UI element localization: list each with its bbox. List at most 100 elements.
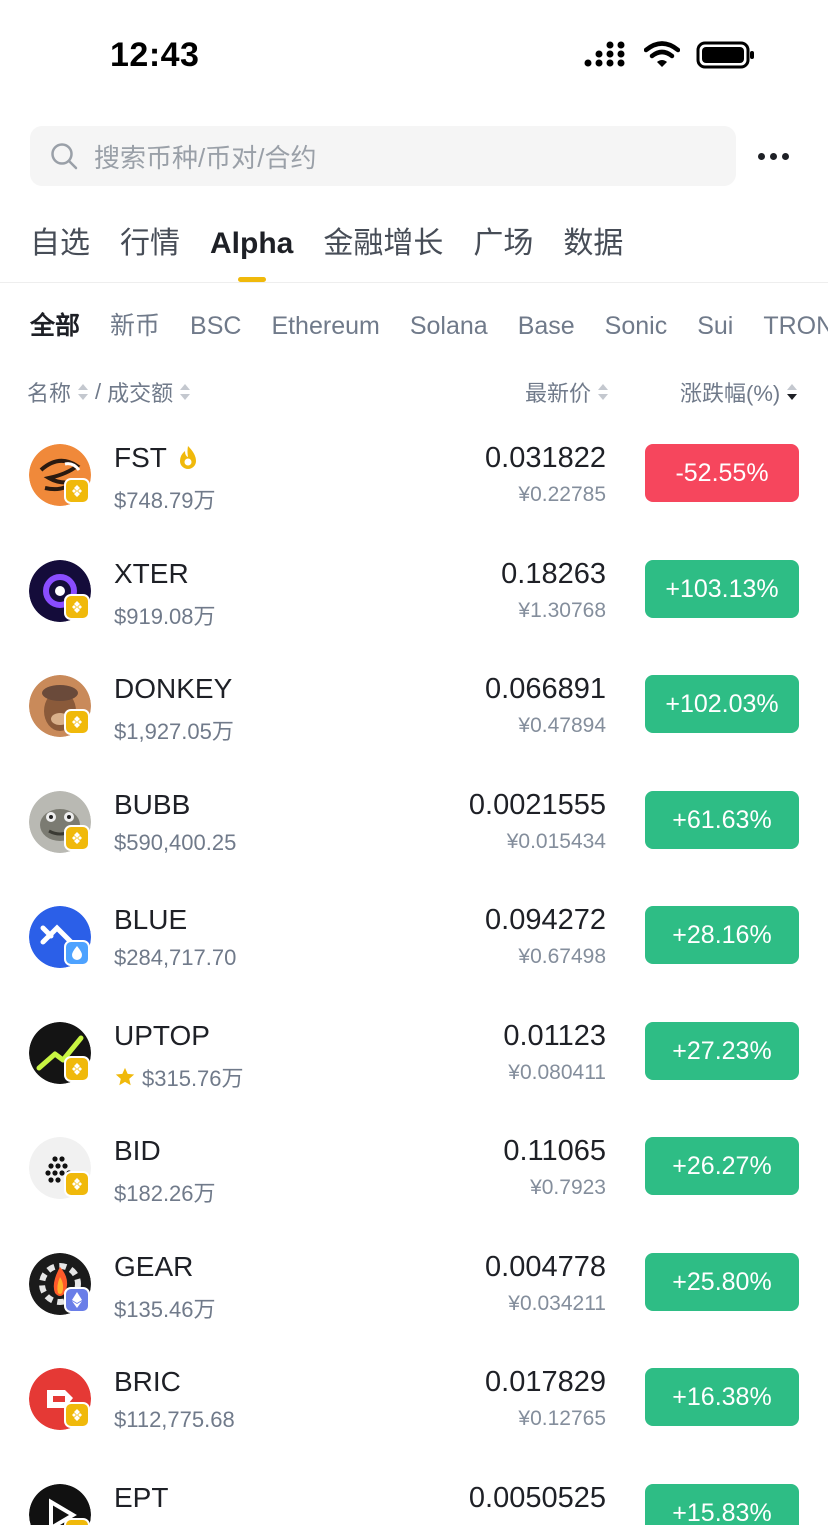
sort-desc-icon <box>787 384 798 400</box>
sui-chain-icon <box>64 940 90 966</box>
coin-price: 0.01123 <box>503 1020 606 1052</box>
change-badge[interactable]: -52.55% <box>645 444 799 502</box>
cellular-signal-icon <box>584 41 625 67</box>
coin-symbol: BUBB <box>114 789 191 820</box>
list-item[interactable]: GEAR $135.46万 0.004778 ¥0.034211 +25.80% <box>0 1239 828 1355</box>
change-badge[interactable]: +26.27% <box>645 1137 799 1195</box>
list-item[interactable]: BLUE $284,717.70 0.094272 ¥0.67498 +28.1… <box>0 892 828 1008</box>
coin-volume: $284,717.70 <box>114 945 237 970</box>
list-item[interactable]: EPT 0.0050525 +15.83% <box>0 1470 828 1525</box>
tab-square[interactable]: 广场 <box>473 222 533 282</box>
search-input[interactable]: 搜索币种/币对/合约 <box>30 126 736 186</box>
sort-icon[interactable] <box>179 382 191 402</box>
header-name-volume: 名称 / 成交额 <box>27 376 191 408</box>
change-badge[interactable]: +102.03% <box>645 675 799 733</box>
subtab-sui[interactable]: Sui <box>697 306 733 346</box>
bnb-chain-icon <box>64 1518 90 1525</box>
coin-symbol: BID <box>114 1135 161 1166</box>
subtab-new[interactable]: 新币 <box>110 306 160 346</box>
list-item[interactable]: BRIC $112,775.68 0.017829 ¥0.12765 +16.3… <box>0 1354 828 1470</box>
bnb-chain-icon <box>64 825 90 851</box>
coin-symbol: BRIC <box>114 1366 181 1397</box>
coin-volume: $182.26万 <box>114 1181 216 1206</box>
list-item[interactable]: FST $748.79万 0.031822 ¥0.22785 -52.55% <box>0 430 828 546</box>
coin-symbol: XTER <box>114 558 189 589</box>
coin-price: 0.0021555 <box>468 789 606 821</box>
tab-favorites[interactable]: 自选 <box>30 222 90 282</box>
subtab-base[interactable]: Base <box>518 306 575 346</box>
bnb-chain-icon <box>64 594 90 620</box>
list-item[interactable]: XTER $919.08万 0.18263 ¥1.30768 +103.13% <box>0 546 828 662</box>
wifi-icon <box>644 41 680 67</box>
status-bar: 12:43 <box>0 0 828 110</box>
change-badge[interactable]: +61.63% <box>645 791 799 849</box>
bnb-chain-icon <box>64 1171 90 1197</box>
change-badge[interactable]: +28.16% <box>645 906 799 964</box>
coin-volume-text: $315.76万 <box>142 1066 244 1091</box>
list-item[interactable]: BUBB $590,400.25 0.0021555 ¥0.015434 +61… <box>0 777 828 893</box>
header-name[interactable]: 名称 <box>27 376 71 408</box>
tab-alpha[interactable]: Alpha <box>210 222 293 282</box>
subtab-sonic[interactable]: Sonic <box>605 306 668 346</box>
coin-price: 0.066891 <box>485 673 606 705</box>
coin-cny-price: ¥0.22785 <box>518 483 606 506</box>
fire-icon <box>179 446 196 469</box>
header-price-col[interactable]: 最新价 <box>525 376 609 408</box>
coin-symbol: FST <box>114 442 199 474</box>
search-icon <box>51 143 78 170</box>
header-slash: / <box>95 379 102 404</box>
chain-filter-tabs: 全部 新币 BSC Ethereum Solana Base Sonic Sui… <box>30 306 828 346</box>
coin-volume: $315.76万 <box>114 1061 244 1093</box>
tab-data[interactable]: 数据 <box>563 222 623 282</box>
sort-icon[interactable] <box>77 382 89 402</box>
coin-cny-price: ¥0.67498 <box>518 945 606 968</box>
bnb-chain-icon <box>64 709 90 735</box>
search-placeholder: 搜索币种/币对/合约 <box>94 142 317 173</box>
header-change: 涨跌幅(%) <box>680 381 781 406</box>
change-badge[interactable]: +25.80% <box>645 1253 799 1311</box>
tab-finance-growth[interactable]: 金融增长 <box>323 222 443 282</box>
subtab-bsc[interactable]: BSC <box>190 306 241 346</box>
header-volume[interactable]: 成交额 <box>107 376 173 408</box>
coin-cny-price: ¥0.015434 <box>506 830 606 853</box>
coin-cny-price: ¥0.034211 <box>508 1292 606 1315</box>
subtab-tron[interactable]: TRON <box>763 306 828 346</box>
coin-price: 0.11065 <box>503 1135 606 1167</box>
main-tabs: 自选 行情 Alpha 金融增长 广场 数据 <box>30 222 623 282</box>
header-change-col[interactable]: 涨跌幅(%) <box>680 376 798 408</box>
status-icons <box>584 40 756 70</box>
more-options-icon[interactable] <box>758 146 792 166</box>
sort-icon <box>598 384 609 400</box>
subtab-ethereum[interactable]: Ethereum <box>271 306 379 346</box>
list-item[interactable]: DONKEY $1,927.05万 0.066891 ¥0.47894 +102… <box>0 661 828 777</box>
bnb-chain-icon <box>64 478 90 504</box>
coin-volume: $1,927.05万 <box>114 719 234 744</box>
coin-volume: $135.46万 <box>114 1297 216 1322</box>
change-badge[interactable]: +103.13% <box>645 560 799 618</box>
coin-price: 0.031822 <box>485 442 606 474</box>
change-badge[interactable]: +27.23% <box>645 1022 799 1080</box>
bnb-chain-icon <box>64 1056 90 1082</box>
bnb-chain-icon <box>64 1402 90 1428</box>
coin-price: 0.18263 <box>501 558 606 590</box>
coin-cny-price: ¥0.7923 <box>530 1176 606 1199</box>
battery-icon <box>696 41 754 69</box>
coin-cny-price: ¥1.30768 <box>518 599 606 622</box>
coin-volume: $748.79万 <box>114 488 216 513</box>
tab-markets[interactable]: 行情 <box>120 222 180 282</box>
coin-cny-price: ¥0.47894 <box>518 714 606 737</box>
subtab-solana[interactable]: Solana <box>410 306 488 346</box>
coin-price: 0.094272 <box>485 904 606 936</box>
change-badge[interactable]: +15.83% <box>645 1484 799 1525</box>
coin-symbol-text: FST <box>114 442 167 473</box>
coin-volume: $590,400.25 <box>114 830 237 855</box>
list-item[interactable]: BID $182.26万 0.11065 ¥0.7923 +26.27% <box>0 1123 828 1239</box>
change-badge[interactable]: +16.38% <box>645 1368 799 1426</box>
coin-price: 0.004778 <box>485 1251 606 1283</box>
star-icon <box>115 1067 135 1086</box>
subtab-all[interactable]: 全部 <box>30 306 80 346</box>
coin-symbol: GEAR <box>114 1251 194 1282</box>
coin-symbol: BLUE <box>114 904 188 935</box>
coin-symbol: EPT <box>114 1482 169 1513</box>
list-item[interactable]: UPTOP $315.76万 0.01123 ¥0.080411 +27.23% <box>0 1008 828 1124</box>
